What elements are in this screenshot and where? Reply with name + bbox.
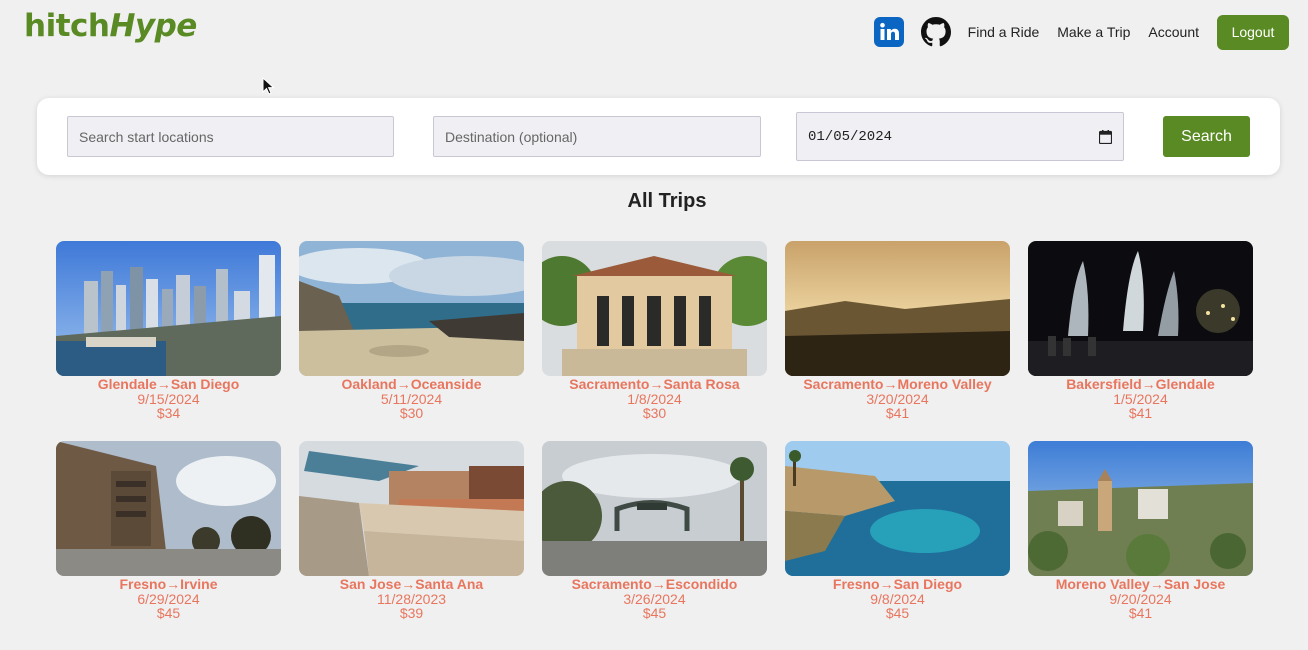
trip-route: Fresno→San Diego xyxy=(832,576,963,592)
top-nav: Find a Ride Make a Trip Account Logout xyxy=(873,14,1289,50)
trip-card[interactable]: Moreno Valley→San Jose 9/20/2024 $41 xyxy=(1028,441,1253,620)
trip-card[interactable]: Sacramento→Moreno Valley 3/20/2024 $41 xyxy=(785,241,1010,420)
search-bar: 01/05/2024 Search xyxy=(37,98,1280,175)
trip-route: Sacramento→Moreno Valley xyxy=(803,376,992,392)
trip-card[interactable]: San Jose→Santa Ana 11/28/2023 $39 xyxy=(299,441,524,620)
trip-date: 9/8/2024 xyxy=(870,591,925,607)
trip-photo[interactable] xyxy=(299,241,524,376)
start-location-input[interactable] xyxy=(67,116,394,157)
trip-photo[interactable] xyxy=(299,441,524,576)
trip-date: 11/28/2023 xyxy=(376,591,447,607)
trip-price: $45 xyxy=(642,605,667,621)
trip-date: 9/15/2024 xyxy=(137,391,200,407)
github-icon[interactable] xyxy=(920,17,951,47)
date-picker[interactable]: 01/05/2024 xyxy=(796,112,1124,161)
trip-photo[interactable] xyxy=(1028,241,1253,376)
trip-route: San Jose→Santa Ana xyxy=(339,576,484,592)
section-title: All Trips xyxy=(627,190,707,212)
trip-route: Bakersfield→Glendale xyxy=(1066,376,1215,392)
trip-price: $39 xyxy=(399,605,424,621)
trip-photo[interactable] xyxy=(785,441,1010,576)
trip-route: Oakland→Oceanside xyxy=(341,376,482,392)
mouse-cursor-icon xyxy=(262,77,275,95)
trip-date: 6/29/2024 xyxy=(137,591,200,607)
trip-card[interactable]: Bakersfield→Glendale 1/5/2024 $41 xyxy=(1028,241,1253,420)
trip-card[interactable]: Fresno→San Diego 9/8/2024 $45 xyxy=(785,441,1010,620)
trip-photo[interactable] xyxy=(1028,441,1253,576)
trip-route: Fresno→Irvine xyxy=(119,576,218,592)
trip-photo[interactable] xyxy=(542,441,767,576)
destination-input[interactable] xyxy=(433,116,761,157)
brand-logo[interactable]: hitchHype xyxy=(24,8,197,44)
trip-price: $41 xyxy=(1128,605,1153,621)
trip-route: Sacramento→Escondido xyxy=(571,576,738,592)
linkedin-icon[interactable] xyxy=(873,17,904,47)
trip-date: 3/26/2024 xyxy=(623,591,686,607)
logout-button[interactable]: Logout xyxy=(1217,14,1289,50)
nav-make-trip[interactable]: Make a Trip xyxy=(1057,24,1130,40)
trip-card[interactable]: Glendale→San Diego 9/15/2024 $34 xyxy=(56,241,281,420)
trip-price: $41 xyxy=(885,405,910,421)
trip-date: 1/5/2024 xyxy=(1113,391,1168,407)
trip-price: $41 xyxy=(1128,405,1153,421)
trip-price: $45 xyxy=(885,605,910,621)
trip-photo[interactable] xyxy=(56,441,281,576)
trip-photo[interactable] xyxy=(56,241,281,376)
trip-date: 5/11/2024 xyxy=(380,391,443,407)
trip-card[interactable]: Sacramento→Santa Rosa 1/8/2024 $30 xyxy=(542,241,767,420)
trip-photo[interactable] xyxy=(785,241,1010,376)
trip-photo[interactable] xyxy=(542,241,767,376)
trip-card[interactable]: Oakland→Oceanside 5/11/2024 $30 xyxy=(299,241,524,420)
trip-route: Sacramento→Santa Rosa xyxy=(569,376,740,392)
trip-date: 1/8/2024 xyxy=(627,391,682,407)
trip-price: $34 xyxy=(156,405,181,421)
trip-date: 3/20/2024 xyxy=(866,391,929,407)
trip-route: Moreno Valley→San Jose xyxy=(1055,576,1226,592)
nav-find-ride[interactable]: Find a Ride xyxy=(968,24,1040,40)
calendar-icon[interactable] xyxy=(1099,129,1112,144)
trip-card[interactable]: Sacramento→Escondido 3/26/2024 $45 xyxy=(542,441,767,620)
trip-date: 9/20/2024 xyxy=(1109,591,1172,607)
trip-route: Glendale→San Diego xyxy=(97,376,240,392)
trip-card[interactable]: Fresno→Irvine 6/29/2024 $45 xyxy=(56,441,281,620)
trip-price: $45 xyxy=(156,605,181,621)
date-value: 01/05/2024 xyxy=(808,128,893,145)
brand-logo-part1: hitch xyxy=(24,8,110,44)
search-button[interactable]: Search xyxy=(1163,116,1250,157)
trip-price: $30 xyxy=(642,405,667,421)
brand-logo-part2: Hype xyxy=(109,8,197,44)
trip-price: $30 xyxy=(399,405,424,421)
nav-account[interactable]: Account xyxy=(1148,24,1199,40)
